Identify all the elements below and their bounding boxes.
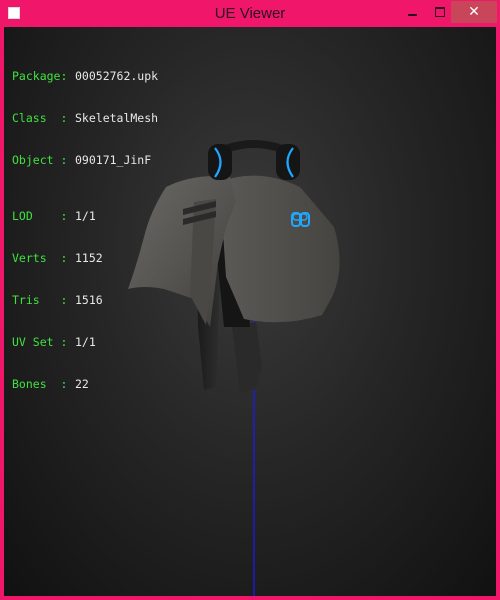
info-value: 090171_JinF — [75, 153, 152, 167]
info-object: Object : 090171_JinF — [12, 153, 158, 167]
right-strap — [232, 322, 262, 393]
info-uvset: UV Set : 1/1 — [12, 335, 158, 349]
info-tris: Tris : 1516 — [12, 293, 158, 307]
info-label: Package: — [12, 69, 68, 83]
ue-viewer-window: UE Viewer ✕ Package: 00052762.upk Class … — [0, 0, 500, 600]
info-label: Class : — [12, 111, 68, 125]
info-value: SkeletalMesh — [75, 111, 159, 125]
info-bones: Bones : 22 — [12, 377, 158, 391]
info-value: 1/1 — [75, 209, 96, 223]
info-label: Object : — [12, 153, 68, 167]
mesh-info-overlay: Package: 00052762.upk Class : SkeletalMe… — [12, 41, 158, 419]
3d-viewport[interactable]: Package: 00052762.upk Class : SkeletalMe… — [4, 27, 496, 596]
info-value: 22 — [75, 377, 89, 391]
info-label: Bones : — [12, 377, 68, 391]
info-value: 1/1 — [75, 335, 96, 349]
info-label: Tris : — [12, 293, 68, 307]
torso — [219, 175, 340, 323]
close-icon: ✕ — [468, 4, 480, 20]
minimize-icon — [407, 14, 417, 16]
info-verts: Verts : 1152 — [12, 251, 158, 265]
info-class: Class : SkeletalMesh — [12, 111, 158, 125]
info-package: Package: 00052762.upk — [12, 69, 158, 83]
close-button[interactable]: ✕ — [451, 1, 497, 23]
info-value: 1152 — [75, 251, 103, 265]
info-lod: LOD : 1/1 — [12, 209, 158, 223]
info-label: UV Set : — [12, 335, 68, 349]
minimize-button[interactable] — [398, 1, 426, 23]
info-value: 1516 — [75, 293, 103, 307]
maximize-icon — [435, 7, 445, 17]
info-label: LOD : — [12, 209, 68, 223]
info-label: Verts : — [12, 251, 68, 265]
info-value: 00052762.upk — [75, 69, 159, 83]
title-bar[interactable]: UE Viewer ✕ — [0, 0, 500, 27]
maximize-button[interactable] — [426, 1, 454, 23]
